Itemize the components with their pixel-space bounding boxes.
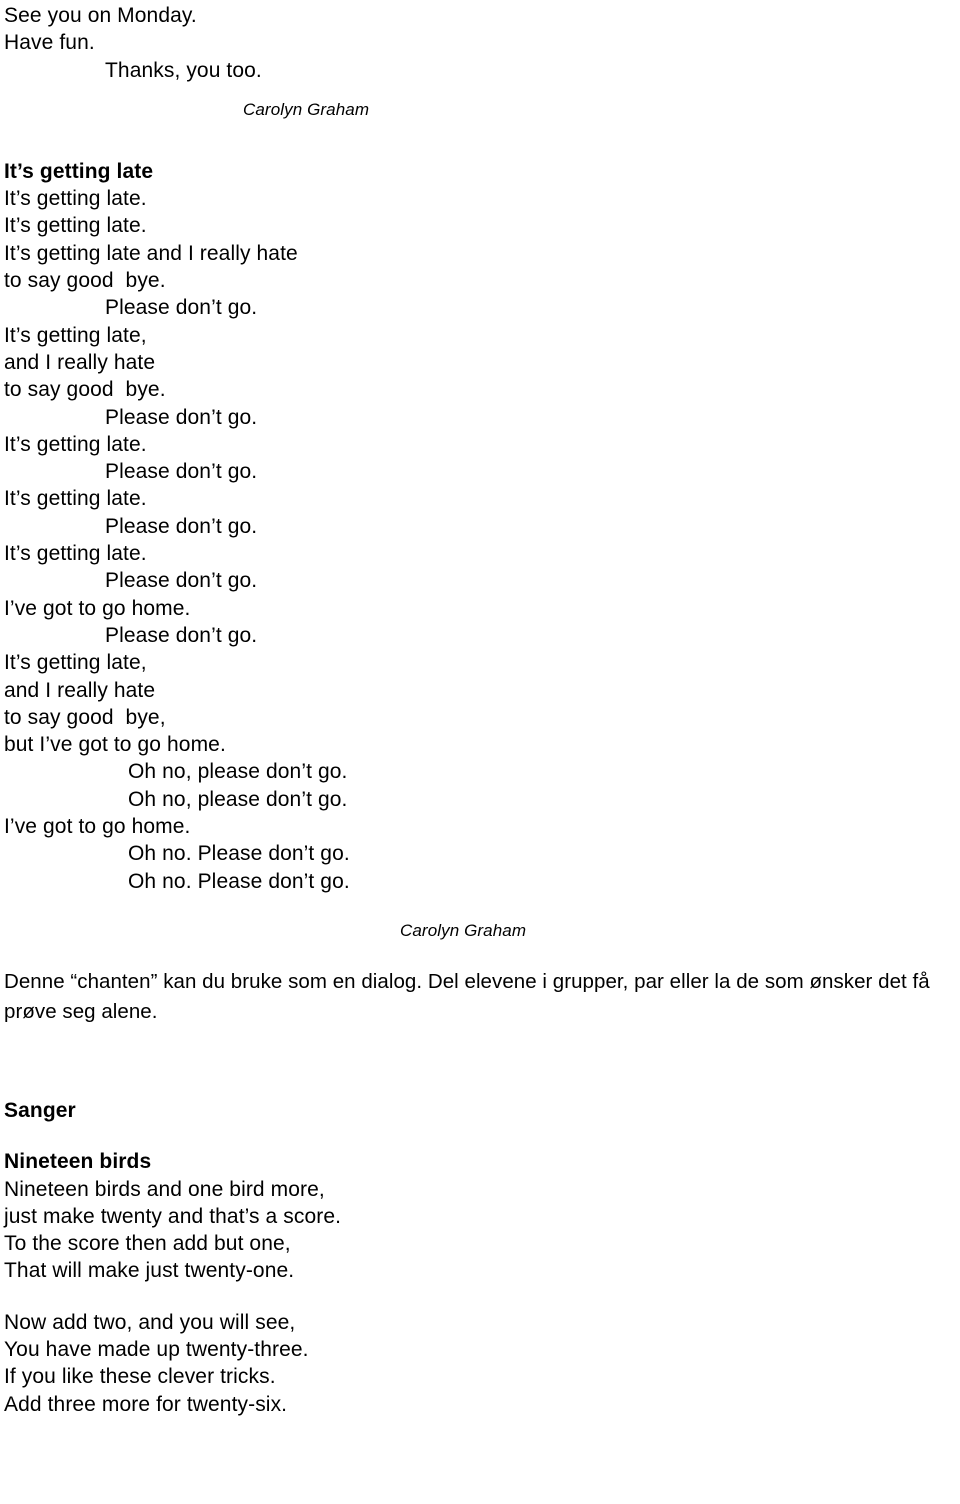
chant-title: It’s getting late [4,159,154,183]
chant-line: Please don’t go. [105,460,258,484]
chant-line: Oh no. Please don’t go. [128,869,350,893]
chant-line: It’s getting late. [4,187,147,211]
song-verse-1: Nineteen birds and one bird more, just m… [4,1176,960,1285]
song-line: Nineteen birds and one bird more, [4,1177,325,1201]
chant-line: Please don’t go. [105,405,258,429]
songs-section-heading: Sanger [4,1098,76,1122]
norwegian-instruction-note: Denne “chanten” kan du bruke som en dial… [4,969,936,1023]
attribution-carolyn-graham-2: Carolyn Graham [400,920,527,940]
chant-line: It’s getting late, [4,323,147,347]
chant-line: It’s getting late. [4,542,147,566]
song-line: Now add two, and you will see, [4,1310,296,1334]
chant-line: It’s getting late. [4,214,147,238]
chant-line: It’s getting late. [4,487,147,511]
dialogue-close-block: See you on Monday. Have fun. Thanks, you… [4,2,960,84]
chant-line: It’s getting late, [4,651,147,675]
chant-line: Please don’t go. [105,296,258,320]
chant-lyrics-block: It’s getting late. It’s getting late. It… [4,185,960,895]
song-line: just make twenty and that’s a score. [4,1204,342,1228]
dialogue-line: Have fun. [4,31,95,55]
chant-line: to say good bye. [4,378,166,402]
chant-line: but I’ve got to go home. [4,733,226,757]
chant-line: Please don’t go. [105,569,258,593]
dialogue-line: See you on Monday. [4,4,197,27]
song-line: That will make just twenty-one. [4,1259,295,1283]
chant-line: Oh no, please don’t go. [128,787,348,811]
song-line: To the score then add but one, [4,1232,291,1256]
dialogue-line: Thanks, you too. [105,58,262,82]
chant-line: to say good bye, [4,705,166,729]
chant-line: to say good bye. [4,269,166,293]
chant-line: Oh no. Please don’t go. [128,842,350,866]
attribution-carolyn-graham-1: Carolyn Graham [243,99,370,119]
song-line: Add three more for twenty-six. [4,1392,288,1416]
chant-line: I’ve got to go home. [4,596,191,620]
document-page: See you on Monday. Have fun. Thanks, you… [0,0,960,1504]
chant-line: Please don’t go. [105,623,258,647]
chant-line: It’s getting late and I really hate [4,241,298,265]
chant-line: and I really hate [4,678,156,702]
chant-line: Please don’t go. [105,514,258,538]
song-line: You have made up twenty-three. [4,1337,309,1361]
song-title-nineteen-birds: Nineteen birds [4,1150,152,1174]
song-verse-2: Now add two, and you will see, You have … [4,1309,960,1418]
chant-line: and I really hate [4,350,156,374]
chant-line: I’ve got to go home. [4,815,191,839]
song-line: If you like these clever tricks. [4,1365,276,1389]
chant-line: It’s getting late. [4,432,147,456]
chant-line: Oh no, please don’t go. [128,760,348,784]
